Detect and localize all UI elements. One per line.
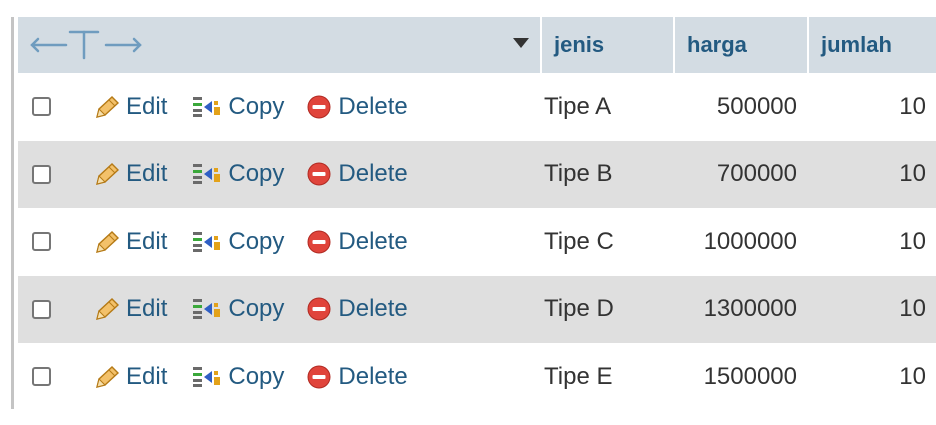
delete-button[interactable]: Delete — [306, 160, 408, 188]
edit-label[interactable]: Edit — [126, 160, 167, 188]
results-table: jenis harga jumlah Edit Copy Delete Tipe… — [18, 17, 936, 411]
copy-row-icon — [193, 96, 221, 117]
cell-harga: 500000 — [716, 92, 797, 120]
cell-jumlah: 10 — [807, 275, 936, 343]
cell-jenis: Tipe E — [544, 362, 613, 390]
cell-harga: 1000000 — [703, 227, 797, 255]
delete-icon — [307, 162, 331, 186]
row-actions: Edit Copy Delete — [18, 275, 540, 343]
cell-jenis: Tipe A — [544, 92, 612, 120]
row-actions: Edit Copy Delete — [18, 140, 540, 208]
cell-harga: 700000 — [673, 140, 807, 208]
delete-label[interactable]: Delete — [338, 363, 407, 391]
delete-button[interactable]: Delete — [306, 228, 408, 256]
row-checkbox[interactable] — [32, 299, 51, 319]
cell-jenis: Tipe B — [540, 140, 673, 208]
delete-label[interactable]: Delete — [338, 228, 407, 256]
copy-label[interactable]: Copy — [228, 295, 284, 323]
delete-label[interactable]: Delete — [338, 93, 407, 121]
pencil-icon — [96, 95, 120, 118]
column-header-harga[interactable]: harga — [673, 17, 807, 73]
edit-label[interactable]: Edit — [126, 228, 167, 256]
edit-button[interactable]: Edit — [94, 160, 167, 188]
edit-button[interactable]: Edit — [94, 93, 167, 121]
column-header-label[interactable]: harga — [687, 32, 747, 58]
copy-row-icon — [193, 164, 221, 185]
pencil-icon — [96, 365, 120, 388]
edit-label[interactable]: Edit — [126, 295, 167, 323]
delete-icon — [307, 297, 331, 321]
copy-label[interactable]: Copy — [228, 228, 284, 256]
pencil-icon — [96, 298, 120, 321]
cell-jumlah: 10 — [899, 92, 926, 120]
delete-button[interactable]: Delete — [306, 295, 408, 323]
delete-label[interactable]: Delete — [338, 295, 407, 323]
cell-harga: 1500000 — [703, 362, 797, 390]
row-checkbox[interactable] — [32, 232, 51, 252]
pencil-icon — [96, 163, 120, 186]
cell-jenis: Tipe D — [540, 275, 673, 343]
left-border — [11, 17, 14, 409]
cell-jumlah: 10 — [807, 140, 936, 208]
copy-button[interactable]: Copy — [192, 363, 284, 391]
left-right-column-arrows-icon[interactable] — [18, 30, 146, 60]
row-actions: Edit Copy Delete — [18, 343, 540, 411]
actions-header — [18, 17, 540, 73]
copy-label[interactable]: Copy — [228, 93, 284, 121]
sort-desc-triangle-icon[interactable] — [512, 36, 530, 54]
delete-icon — [307, 365, 331, 389]
column-header-label[interactable]: jenis — [554, 32, 604, 58]
cell-jumlah: 10 — [899, 362, 926, 390]
column-header-label[interactable]: jumlah — [821, 32, 892, 58]
copy-button[interactable]: Copy — [192, 295, 284, 323]
delete-button[interactable]: Delete — [306, 363, 408, 391]
edit-button[interactable]: Edit — [94, 228, 167, 256]
cell-jumlah: 10 — [899, 227, 926, 255]
edit-button[interactable]: Edit — [94, 295, 167, 323]
copy-row-icon — [193, 231, 221, 252]
copy-label[interactable]: Copy — [228, 363, 284, 391]
edit-button[interactable]: Edit — [94, 363, 167, 391]
row-checkbox[interactable] — [32, 367, 51, 387]
delete-button[interactable]: Delete — [306, 93, 408, 121]
column-header-jenis[interactable]: jenis — [540, 17, 673, 73]
copy-row-icon — [193, 299, 221, 320]
copy-button[interactable]: Copy — [192, 228, 284, 256]
edit-label[interactable]: Edit — [126, 93, 167, 121]
delete-label[interactable]: Delete — [338, 160, 407, 188]
copy-button[interactable]: Copy — [192, 160, 284, 188]
row-actions: Edit Copy Delete — [18, 73, 540, 141]
delete-icon — [307, 230, 331, 254]
cell-harga: 1300000 — [673, 275, 807, 343]
row-checkbox[interactable] — [32, 97, 51, 117]
copy-label[interactable]: Copy — [228, 160, 284, 188]
cell-jenis: Tipe C — [544, 227, 614, 255]
column-header-jumlah[interactable]: jumlah — [807, 17, 936, 73]
copy-button[interactable]: Copy — [192, 93, 284, 121]
copy-row-icon — [193, 366, 221, 387]
delete-icon — [307, 95, 331, 119]
row-checkbox[interactable] — [32, 164, 51, 184]
edit-label[interactable]: Edit — [126, 363, 167, 391]
pencil-icon — [96, 230, 120, 253]
row-actions: Edit Copy Delete — [18, 208, 540, 276]
